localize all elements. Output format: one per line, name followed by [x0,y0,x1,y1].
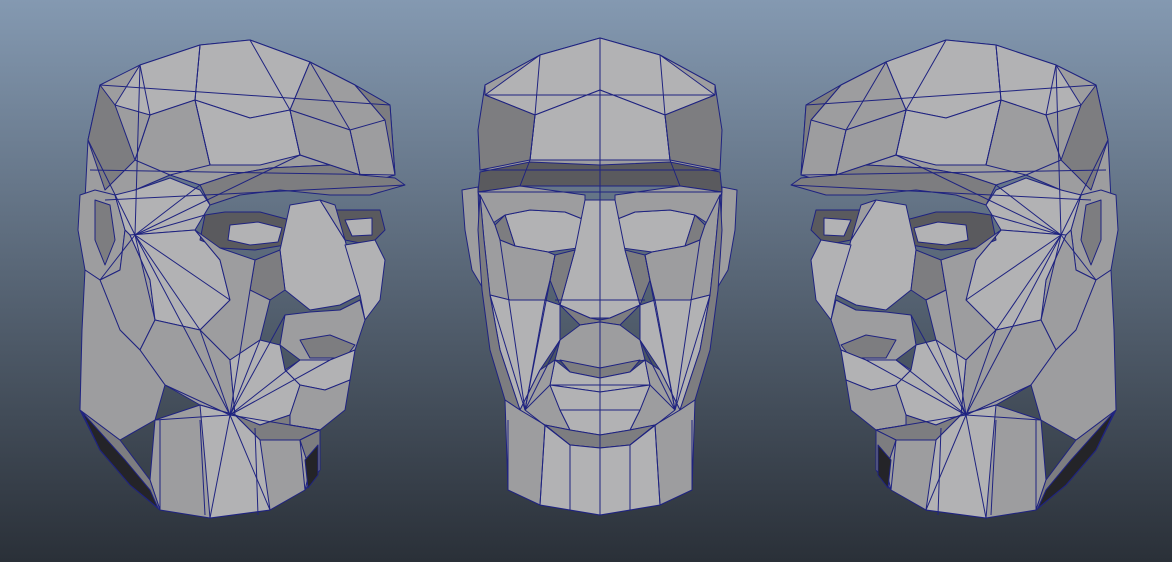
3d-viewport[interactable] [0,0,1172,562]
mesh-face [504,209,586,253]
mesh-face [614,209,696,253]
viewport-canvas[interactable] [0,0,1172,562]
